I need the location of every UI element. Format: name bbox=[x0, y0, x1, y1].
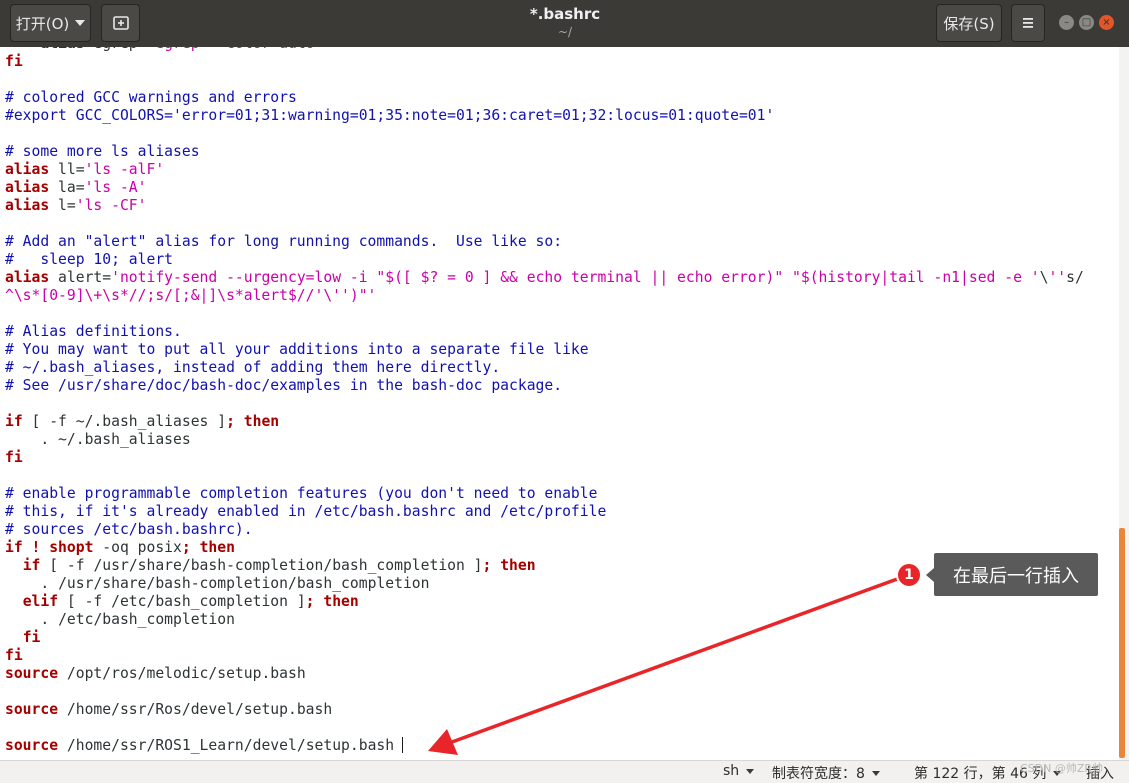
chevron-down-icon bbox=[75, 20, 86, 26]
chevron-down-icon bbox=[746, 768, 755, 774]
save-button-label: 保存(S) bbox=[943, 14, 995, 33]
annotation-badge-number: 1 bbox=[904, 567, 914, 583]
chevron-down-icon bbox=[871, 770, 880, 776]
tab-width-selector[interactable]: 制表符宽度：8 bbox=[772, 763, 880, 783]
language-label: sh bbox=[723, 763, 740, 779]
watermark: CSDN @帅ZR帅 bbox=[1020, 762, 1104, 775]
window-title: *.bashrc bbox=[529, 5, 601, 23]
language-selector[interactable]: sh bbox=[723, 763, 755, 779]
maximize-icon: □ bbox=[1081, 17, 1092, 28]
header-bar: 打开(O) *.bashrc ~/ 保存(S) – □ × bbox=[0, 0, 1129, 47]
status-bar: sh 制表符宽度：8 第 122 行，第 46 列 插入 bbox=[0, 760, 1129, 783]
window-subtitle: ~/ bbox=[557, 25, 573, 39]
hamburger-menu-icon bbox=[1023, 18, 1033, 28]
menu-button[interactable] bbox=[1011, 4, 1045, 42]
close-icon: × bbox=[1102, 17, 1111, 28]
new-tab-icon bbox=[112, 16, 129, 30]
save-button[interactable]: 保存(S) bbox=[936, 4, 1002, 42]
annotation-callout: 在最后一行插入 bbox=[926, 553, 1098, 596]
minimize-icon: – bbox=[1064, 17, 1069, 28]
vertical-scrollbar-thumb[interactable] bbox=[1119, 528, 1125, 758]
annotation-badge: 1 bbox=[896, 562, 922, 588]
new-document-button[interactable] bbox=[101, 4, 140, 42]
code-content[interactable]: alias egrep='egrep --color=auto' fi # co… bbox=[5, 47, 1084, 755]
maximize-button[interactable]: □ bbox=[1079, 15, 1094, 30]
close-button[interactable]: × bbox=[1099, 15, 1114, 30]
minimize-button[interactable]: – bbox=[1059, 15, 1074, 30]
tab-width-label: 制表符宽度：8 bbox=[772, 766, 865, 782]
open-button[interactable]: 打开(O) bbox=[10, 4, 91, 42]
window-title-area: *.bashrc ~/ bbox=[440, 5, 690, 39]
annotation-callout-text: 在最后一行插入 bbox=[953, 565, 1079, 587]
text-cursor bbox=[402, 737, 404, 753]
text-editor[interactable]: alias egrep='egrep --color=auto' fi # co… bbox=[0, 47, 1119, 760]
open-button-label: 打开(O) bbox=[15, 14, 70, 33]
